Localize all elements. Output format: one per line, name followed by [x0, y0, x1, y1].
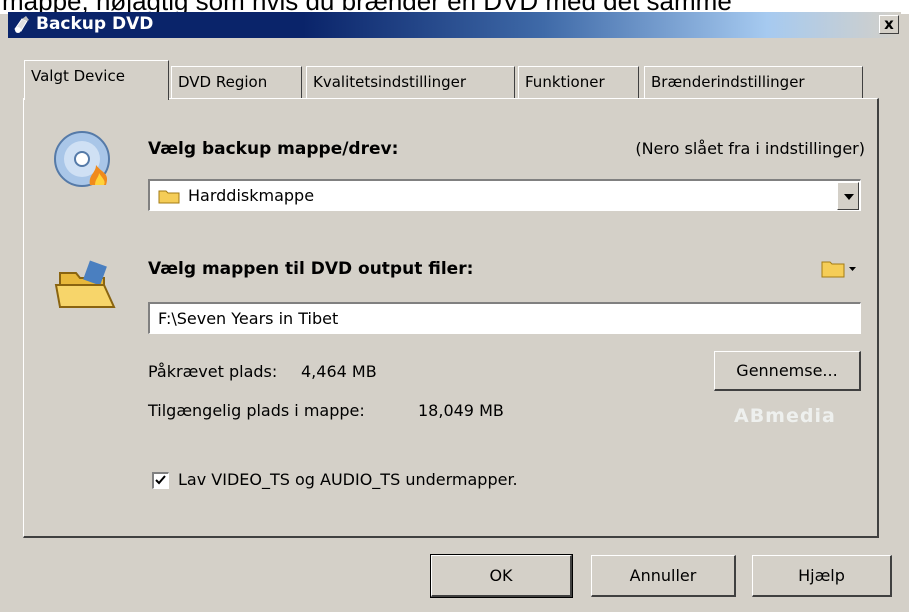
help-button[interactable]: Hjælp [752, 555, 892, 597]
output-folder-label: Vælg mappen til DVD output filer: [148, 259, 474, 279]
create-subfolders-checkbox[interactable] [152, 472, 169, 489]
disc-burn-icon [54, 131, 110, 187]
backup-folder-label: Vælg backup mappe/drev: [148, 139, 399, 159]
folder-open-icon [54, 260, 116, 308]
folder-menu-button[interactable] [820, 257, 860, 281]
cancel-button[interactable]: Annuller [591, 555, 736, 597]
tab-funktioner[interactable]: Funktioner [518, 66, 639, 98]
tab-panel: Vælg backup mappe/drev: (Nero slået fra … [23, 98, 879, 538]
output-path-input[interactable]: F:\Seven Years in Tibet [148, 302, 861, 334]
backup-drive-select[interactable]: Harddiskmappe [148, 179, 861, 211]
browse-button[interactable]: Gennemse... [714, 351, 861, 391]
close-button[interactable]: x [879, 15, 899, 34]
checkmark-icon [155, 475, 166, 485]
available-space-label: Tilgængelig plads i mappe: [148, 401, 365, 420]
required-space-label: Påkrævet plads: [148, 362, 278, 381]
app-icon [14, 16, 29, 33]
title-bar[interactable]: Backup DVD x [8, 12, 901, 38]
available-space-value: 18,049 MB [418, 401, 504, 420]
tab-valgt-device[interactable]: Valgt Device [24, 60, 169, 100]
folder-icon [158, 190, 180, 204]
ok-button[interactable]: OK [430, 554, 573, 598]
backup-drive-value: Harddiskmappe [188, 186, 315, 205]
tab-braenderindstillinger[interactable]: Brænderindstillinger [644, 66, 863, 98]
nero-note: (Nero slået fra i indstillinger) [635, 139, 865, 158]
required-space-value: 4,464 MB [301, 362, 377, 381]
create-subfolders-label: Lav VIDEO_TS og AUDIO_TS undermapper. [178, 470, 518, 489]
chevron-down-icon[interactable] [837, 182, 859, 210]
watermark: ABmedia [734, 405, 836, 427]
tab-dvd-region[interactable]: DVD Region [171, 66, 302, 98]
folder-menu-icon [821, 261, 856, 278]
tab-kvalitetsindstillinger[interactable]: Kvalitetsindstillinger [306, 66, 515, 98]
window-title: Backup DVD [36, 14, 154, 34]
